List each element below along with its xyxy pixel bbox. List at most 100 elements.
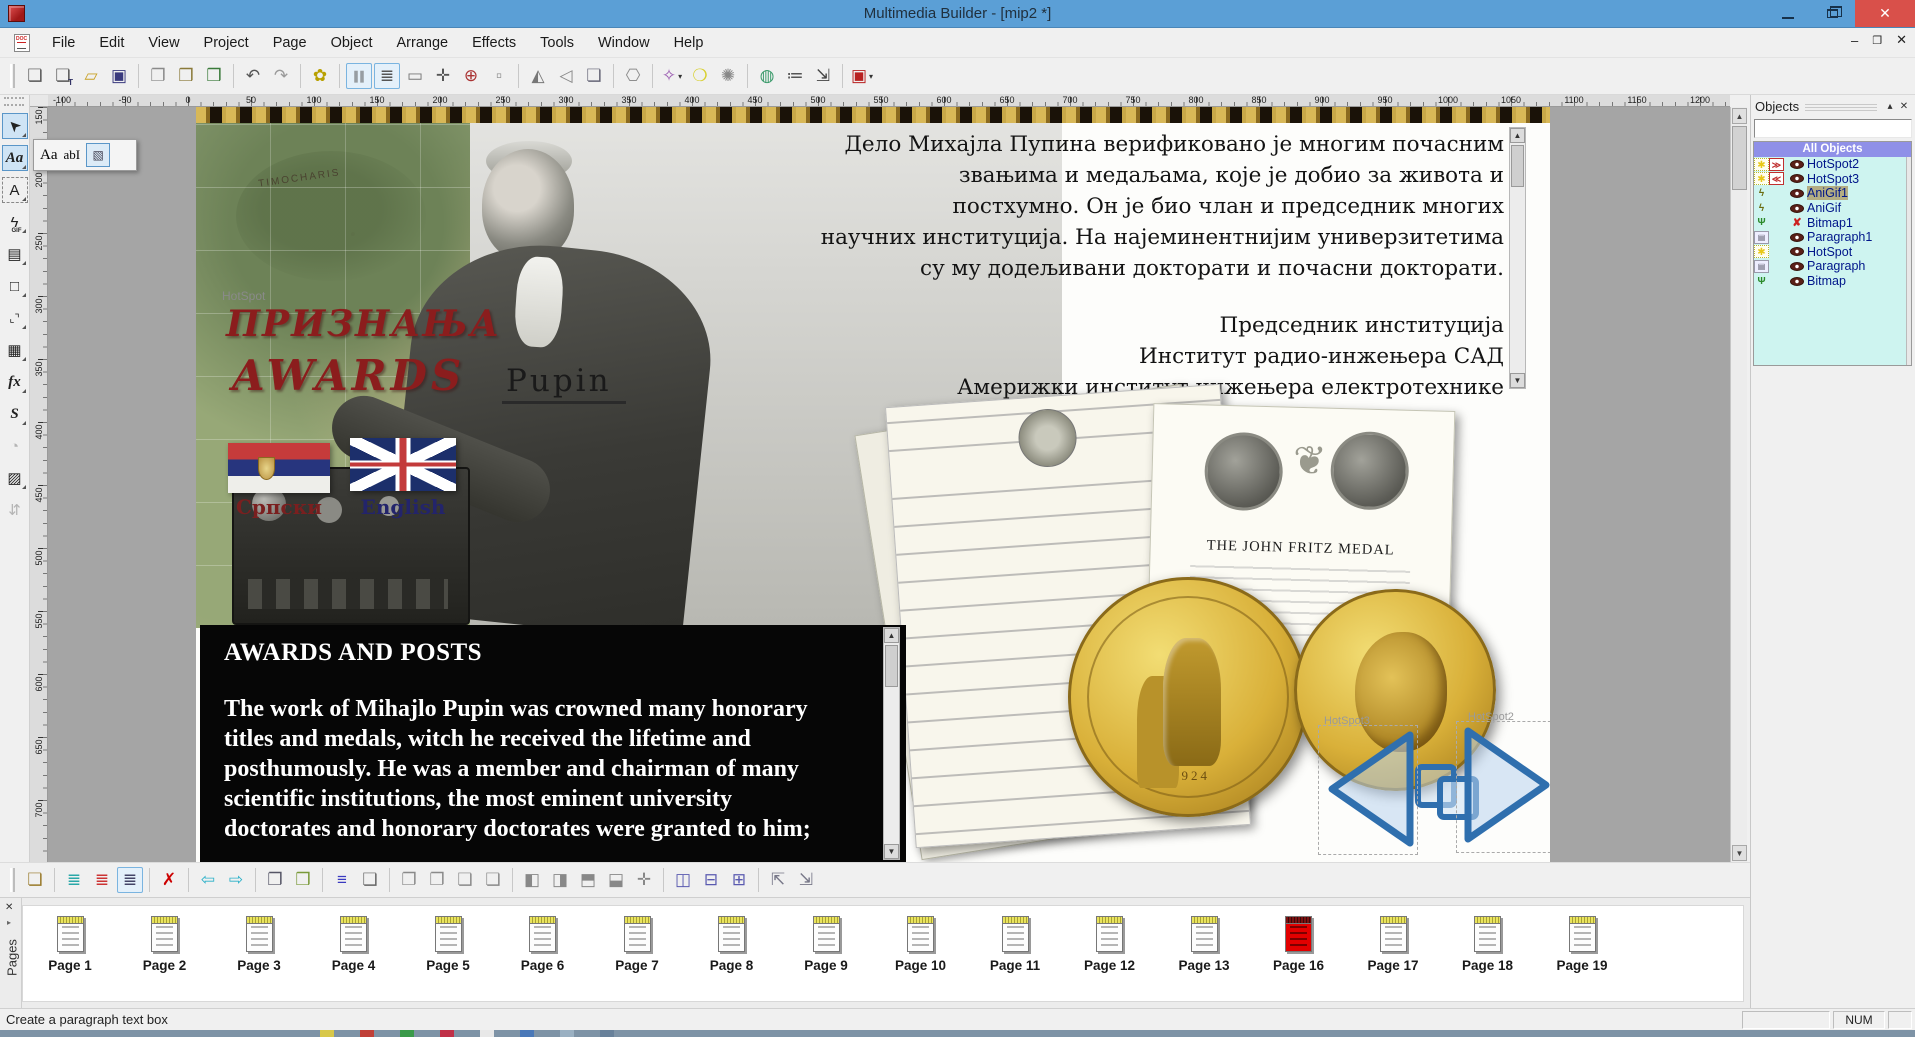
align-right-button[interactable]: ◨: [547, 867, 573, 893]
scroll-thumb[interactable]: [1511, 145, 1524, 187]
bring-forward-button[interactable]: ❏: [452, 867, 478, 893]
document-icon[interactable]: [14, 34, 30, 52]
canvas-vertical-scrollbar[interactable]: ▲ ▼: [1730, 107, 1747, 862]
undo-button[interactable]: ↶: [240, 63, 266, 89]
mdi-restore-button[interactable]: ❐: [1872, 34, 1882, 47]
page-thumbnail-page-9[interactable]: Page 9: [791, 916, 861, 973]
object-row-paragraph[interactable]: ▤Paragraph: [1754, 259, 1911, 274]
pages-close-button[interactable]: ✕: [5, 902, 13, 913]
page-thumbnail-page-17[interactable]: Page 17: [1358, 916, 1428, 973]
canvas-area[interactable]: TIMOCHARIS Дело Михајла Пупина верификов…: [48, 107, 1730, 862]
tool-animated-gif[interactable]: ϟGIF: [2, 209, 28, 235]
visible-eye-icon[interactable]: [1790, 247, 1804, 256]
page-thumbnail-page-6[interactable]: Page 6: [508, 916, 578, 973]
tool-hotspot[interactable]: ⌞⌝: [2, 305, 28, 331]
object-name[interactable]: AniGif1: [1807, 186, 1848, 200]
tool-select[interactable]: ➤: [2, 113, 28, 139]
serbian-flag-button[interactable]: [228, 443, 330, 493]
scroll-down-arrow[interactable]: ▼: [884, 844, 899, 859]
page-thumbnail-page-10[interactable]: Page 10: [886, 916, 956, 973]
object-row-hotspot2[interactable]: ✱≫HotSpot2: [1754, 157, 1911, 172]
object-row-anigif1[interactable]: ϟAniGif1: [1754, 186, 1911, 201]
menu-project[interactable]: Project: [192, 30, 261, 56]
new-text-button[interactable]: ❏T: [50, 63, 76, 89]
object-name[interactable]: Bitmap1: [1807, 216, 1853, 230]
object-name[interactable]: HotSpot: [1807, 245, 1852, 259]
page-thumbnail-page-1[interactable]: Page 1: [35, 916, 105, 973]
visible-eye-icon[interactable]: [1790, 233, 1804, 242]
scroll-thumb[interactable]: [885, 645, 898, 687]
scroll-up-arrow[interactable]: ▲: [884, 628, 899, 643]
space-across-button[interactable]: ◫: [670, 867, 696, 893]
cyrillic-paragraph[interactable]: Дело Михајла Пупина верификовано је мног…: [816, 129, 1504, 403]
page-thumbnail-page-7[interactable]: Page 7: [602, 916, 672, 973]
page-thumbnail-page-16[interactable]: Page 16: [1264, 916, 1334, 973]
save-button[interactable]: ▣: [106, 63, 132, 89]
menu-file[interactable]: File: [40, 30, 87, 56]
space-down-button[interactable]: ⊟: [698, 867, 724, 893]
resize-object-button[interactable]: ❏: [581, 63, 607, 89]
page-thumbnail-page-8[interactable]: Page 8: [697, 916, 767, 973]
select-area-button[interactable]: ▫: [486, 63, 512, 89]
next-page-button[interactable]: ⇨: [223, 867, 249, 893]
flip-horizontal-button[interactable]: ◭: [525, 63, 551, 89]
hidden-x-icon[interactable]: ✘: [1790, 216, 1804, 229]
scroll-down-arrow[interactable]: ▼: [1510, 373, 1525, 388]
text-frame-option[interactable]: ▧: [86, 143, 110, 167]
page-thumbnail-page-4[interactable]: Page 4: [319, 916, 389, 973]
magic-wand-button[interactable]: ✧▾: [659, 63, 685, 89]
object-row-paragraph1[interactable]: ▤Paragraph1: [1754, 230, 1911, 245]
tool-text[interactable]: Aa: [2, 145, 28, 171]
object-name[interactable]: AniGif: [1807, 201, 1841, 215]
mdi-minimize-button[interactable]: ‒: [1851, 33, 1858, 48]
skew-button[interactable]: ◁: [553, 63, 579, 89]
panel-grip[interactable]: [1805, 102, 1877, 111]
sort-pages-button[interactable]: ≡: [329, 867, 355, 893]
scroll-up-arrow[interactable]: ▲: [1510, 128, 1525, 143]
menu-tools[interactable]: Tools: [528, 30, 586, 56]
scroll-down-arrow[interactable]: ▼: [1732, 845, 1747, 861]
visible-eye-icon[interactable]: [1790, 204, 1804, 213]
snap-button[interactable]: ⇲: [793, 867, 819, 893]
text-tool-option[interactable]: Aa: [40, 147, 58, 164]
menu-view[interactable]: View: [136, 30, 191, 56]
page-artboard[interactable]: TIMOCHARIS Дело Михајла Пупина верификов…: [196, 107, 1550, 862]
script-globe-button[interactable]: ◍: [754, 63, 780, 89]
text-entry-option[interactable]: abI: [64, 147, 81, 163]
menu-arrange[interactable]: Arrange: [384, 30, 460, 56]
visible-eye-icon[interactable]: [1790, 262, 1804, 271]
new-button[interactable]: ❏: [22, 63, 48, 89]
same-width-button[interactable]: ⊞: [726, 867, 752, 893]
zoom-button[interactable]: ⊕: [458, 63, 484, 89]
page-view-button[interactable]: ▭: [402, 63, 428, 89]
page-thumbnail-page-18[interactable]: Page 18: [1453, 916, 1523, 973]
horizontal-ruler[interactable]: -100-50050100150200250300350400450500550…: [48, 95, 1730, 107]
menu-effects[interactable]: Effects: [460, 30, 528, 56]
awards-text-box[interactable]: AWARDS AND POSTS The work of Mihajlo Pup…: [200, 625, 906, 862]
size-to-grid-button[interactable]: ⇱: [765, 867, 791, 893]
mdi-close-button[interactable]: ✕: [1896, 32, 1907, 48]
toolbar-grip[interactable]: [10, 64, 15, 88]
all-objects-header[interactable]: All Objects: [1754, 142, 1911, 157]
scroll-up-arrow[interactable]: ▲: [1732, 108, 1747, 124]
page-stack-list-button[interactable]: ≣: [117, 867, 143, 893]
send-backward-button[interactable]: ❏: [480, 867, 506, 893]
open-button[interactable]: ▱: [78, 63, 104, 89]
run-script-button[interactable]: ⇲: [810, 63, 836, 89]
light-effect-button[interactable]: ✺: [715, 63, 741, 89]
page-properties-button[interactable]: ✿: [307, 63, 333, 89]
menu-help[interactable]: Help: [662, 30, 716, 56]
previous-page-button[interactable]: ⇦: [195, 867, 221, 893]
shape-button[interactable]: ⎔: [620, 63, 646, 89]
center-object-button[interactable]: ✛: [631, 867, 657, 893]
paragraph-scrollbar[interactable]: ▲ ▼: [1509, 127, 1526, 389]
panel-close-button[interactable]: ✕: [1897, 101, 1911, 112]
object-name[interactable]: HotSpot2: [1807, 157, 1859, 171]
awards-box-scrollbar[interactable]: ▲ ▼: [883, 627, 900, 860]
toolbar-grip[interactable]: [10, 868, 15, 892]
object-name[interactable]: HotSpot3: [1807, 172, 1859, 186]
page-thumbnail-page-5[interactable]: Page 5: [413, 916, 483, 973]
page-thumbnail-page-12[interactable]: Page 12: [1075, 916, 1145, 973]
visible-eye-icon[interactable]: [1790, 160, 1804, 169]
tool-script[interactable]: S: [2, 401, 28, 427]
